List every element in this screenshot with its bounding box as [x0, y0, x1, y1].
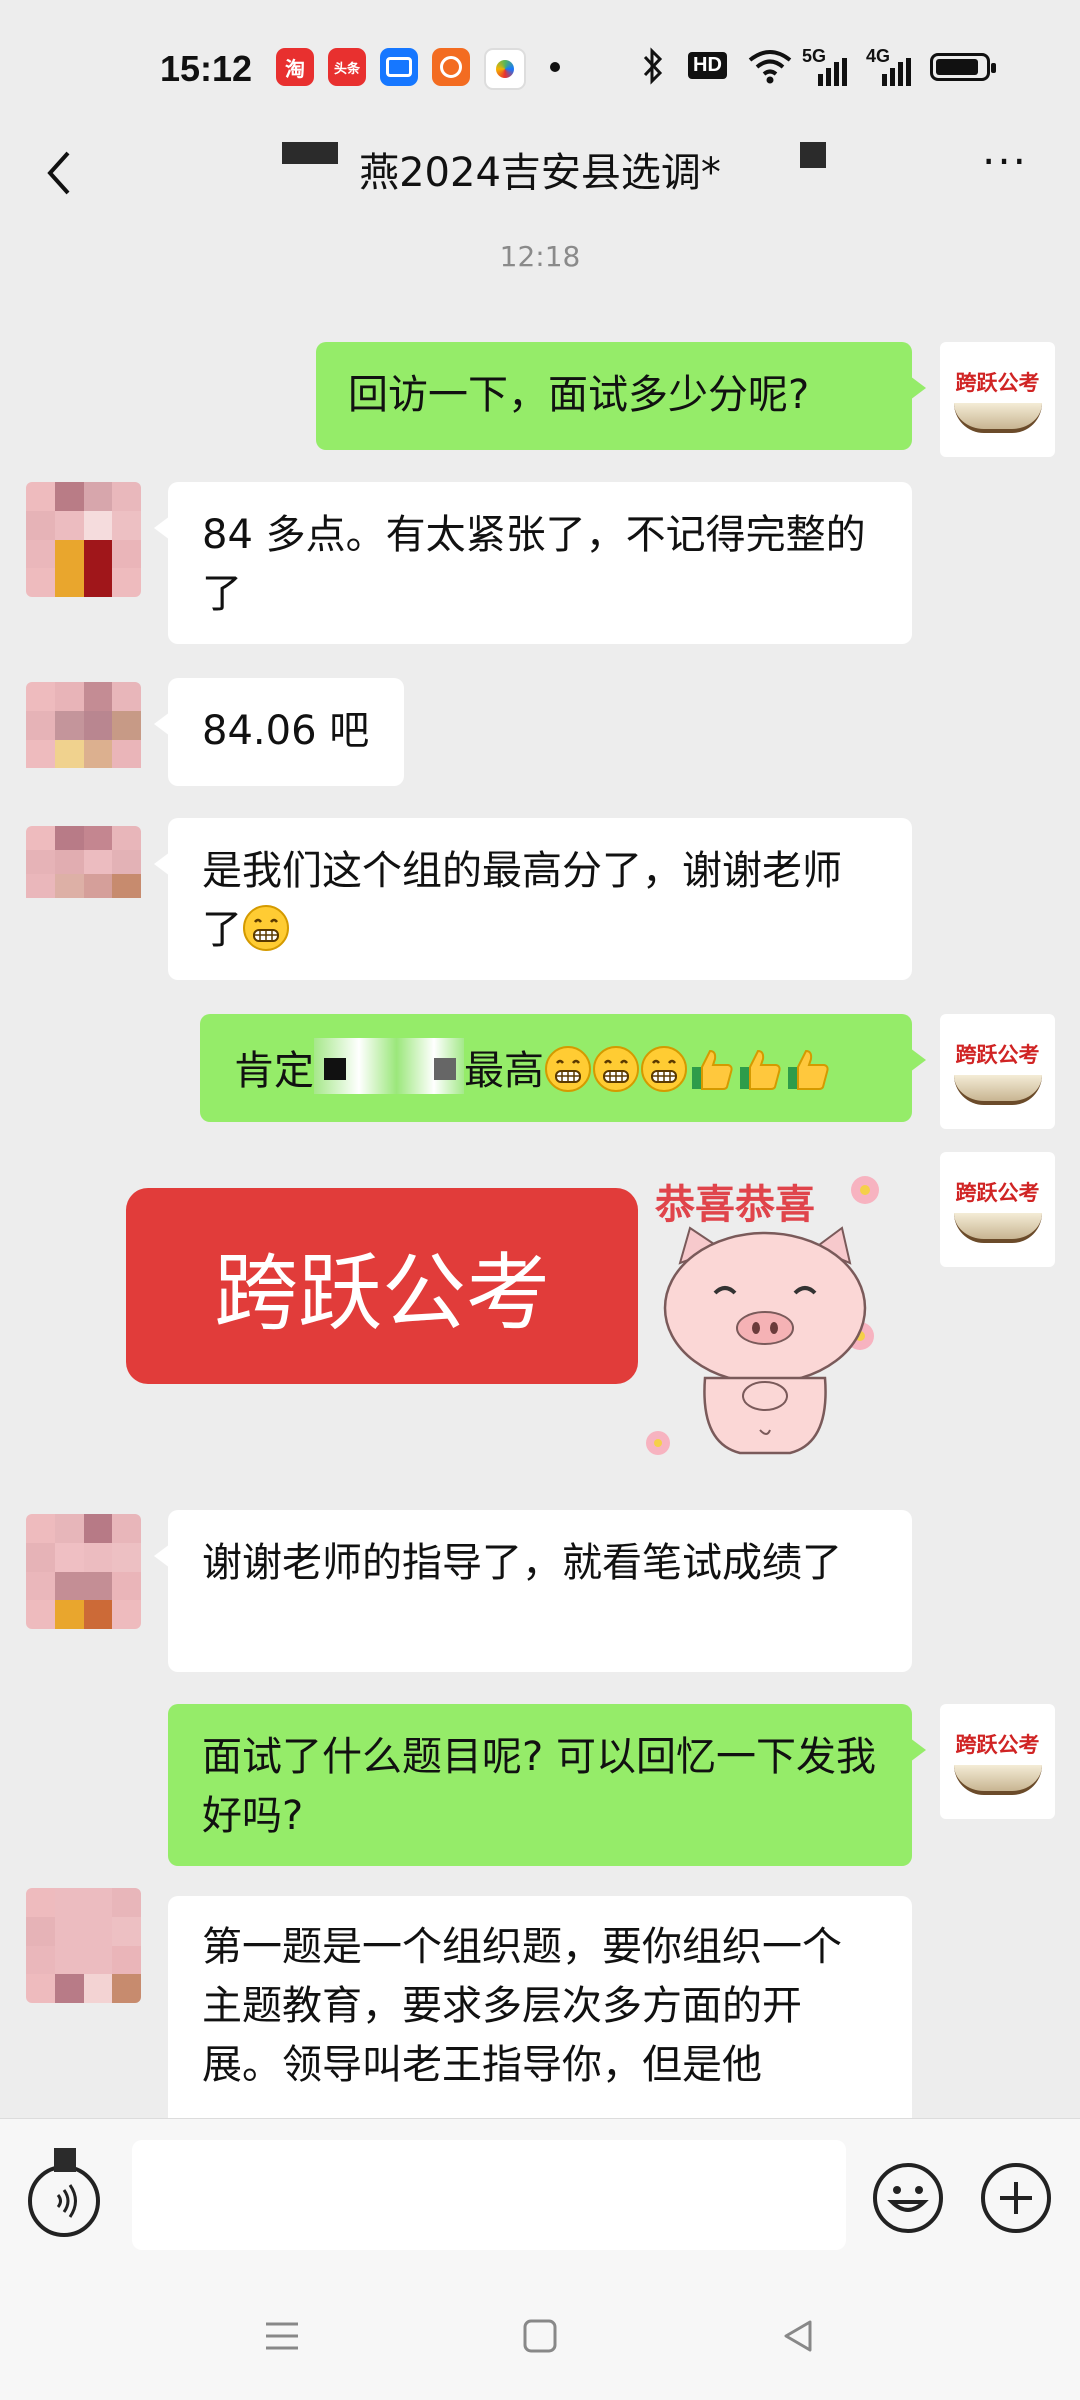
contact-avatar[interactable]	[26, 682, 141, 797]
avatar-brand-text: 跨跃公考	[955, 1732, 1040, 1757]
grin-emoji-icon	[641, 1046, 687, 1092]
avatar-brand-text: 跨跃公考	[955, 370, 1040, 395]
my-message-bubble[interactable]: 肯定 最高	[200, 1014, 926, 1122]
my-avatar[interactable]: 跨跃公考	[940, 1014, 1055, 1129]
sticker-brand-banner[interactable]: 跨跃公考	[126, 1188, 638, 1384]
contact-avatar[interactable]	[26, 1888, 141, 2003]
contact-message-bubble[interactable]: 谢谢老师的指导了，就看笔试成绩了	[154, 1510, 912, 1672]
message-text: 回访一下，面试多少分呢?	[348, 372, 810, 418]
message-text: 是我们这个组的最高分了，谢谢老师了	[202, 848, 842, 953]
contact-avatar[interactable]	[26, 826, 141, 922]
status-time: 15:12	[160, 48, 253, 89]
avatar-brand-text: 跨跃公考	[955, 1180, 1040, 1205]
book-icon	[953, 1074, 1042, 1105]
message-text: 84 多点。有太紧张了，不记得完整的了	[202, 512, 866, 617]
contact-avatar[interactable]	[26, 482, 141, 597]
emoji-button[interactable]	[870, 2160, 946, 2236]
contact-message-bubble[interactable]: 84 多点。有太紧张了，不记得完整的了	[154, 482, 912, 644]
contact-message-bubble[interactable]: 第一题是一个组织题，要你组织一个主题教育，要求多层次多方面的开展。领导叫老王指导…	[168, 1896, 912, 2156]
chat-title: 燕2024吉安县选调*	[359, 150, 721, 196]
contact-message-bubble[interactable]: 84.06 吧	[154, 678, 404, 786]
orange-app-icon	[432, 48, 470, 86]
voice-button[interactable]	[28, 2165, 100, 2237]
grin-emoji-icon	[243, 905, 289, 951]
redacted-mark	[54, 2148, 76, 2172]
thumbs-up-emoji-icon	[788, 1049, 829, 1090]
message-text: 面试了什么题目呢? 可以回忆一下发我好吗?	[202, 1734, 876, 1839]
grin-emoji-icon	[593, 1046, 639, 1092]
colorful-app-icon	[484, 48, 526, 90]
wifi-icon	[746, 46, 794, 86]
redacted-text	[314, 1038, 464, 1094]
sticker-caption: 恭喜恭喜	[654, 1182, 815, 1228]
signal-4g-icon	[872, 58, 912, 86]
my-avatar[interactable]: 跨跃公考	[940, 342, 1055, 457]
back-nav-button[interactable]	[778, 2316, 818, 2356]
book-icon	[953, 1212, 1042, 1243]
signal-5g-icon	[808, 58, 848, 86]
taobao-icon: 淘	[276, 48, 314, 86]
toutiao-icon: 头条	[328, 48, 366, 86]
battery-icon	[930, 53, 996, 81]
notification-dot	[550, 62, 560, 72]
message-text: 第一题是一个组织题，要你组织一个主题教育，要求多层次多方面的开展。领导叫老王指导…	[202, 1924, 842, 2088]
contact-message-bubble[interactable]: 是我们这个组的最高分了，谢谢老师了	[154, 818, 912, 980]
my-avatar[interactable]: 跨跃公考	[940, 1152, 1055, 1267]
blue-app-icon	[380, 48, 418, 86]
message-text: 肯定	[234, 1048, 314, 1094]
contact-avatar[interactable]	[26, 1514, 141, 1629]
message-text: 84.06 吧	[202, 708, 370, 754]
avatar-brand-text: 跨跃公考	[955, 1042, 1040, 1067]
more-button[interactable]: ···	[975, 141, 1035, 192]
message-text: 最高	[464, 1048, 544, 1094]
menu-nav-button[interactable]	[262, 2316, 302, 2356]
bluetooth-icon	[640, 46, 666, 86]
message-timestamp: 12:18	[499, 240, 581, 273]
thumbs-up-emoji-icon	[740, 1049, 781, 1090]
message-input[interactable]	[132, 2140, 846, 2250]
thumbs-up-emoji-icon	[692, 1049, 733, 1090]
my-message-bubble[interactable]: 回访一下，面试多少分呢?	[316, 342, 926, 450]
message-text: 谢谢老师的指导了，就看笔试成绩了	[202, 1540, 842, 1586]
more-actions-button[interactable]	[978, 2160, 1054, 2236]
grin-emoji-icon	[545, 1046, 591, 1092]
my-avatar[interactable]: 跨跃公考	[940, 1704, 1055, 1819]
hd-badge: HD	[688, 52, 727, 79]
congrats-pig-sticker[interactable]: 恭喜恭喜	[630, 1168, 900, 1468]
book-icon	[953, 1764, 1042, 1795]
my-message-bubble[interactable]: 面试了什么题目呢? 可以回忆一下发我好吗?	[168, 1704, 926, 1866]
book-icon	[953, 402, 1042, 433]
home-nav-button[interactable]	[520, 2316, 560, 2356]
